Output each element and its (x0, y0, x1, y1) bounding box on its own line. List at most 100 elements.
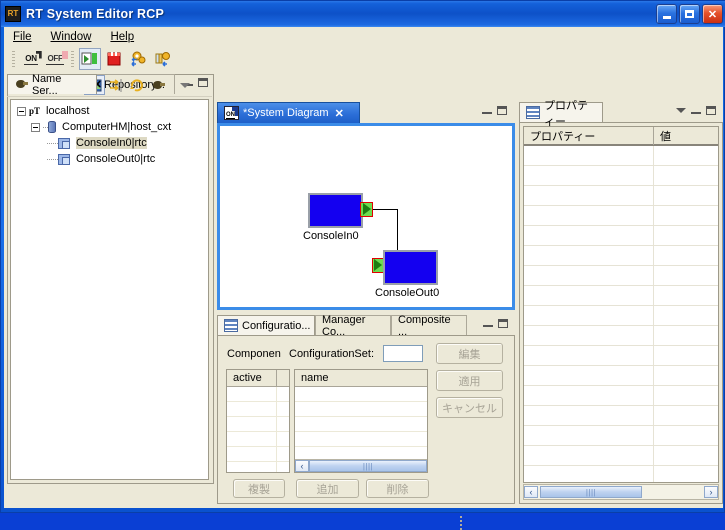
table-row[interactable] (524, 306, 718, 326)
tab-properties[interactable]: プロパティー (519, 100, 603, 128)
naming-tree[interactable]: рТ localhost ComputerHM|host_cxt Console… (10, 99, 209, 480)
scroll-thumb[interactable]: |||| (540, 486, 642, 498)
table-row[interactable] (295, 387, 427, 402)
edit-button-label: 編集 (458, 348, 481, 361)
maximize-button[interactable] (679, 4, 700, 24)
table-row[interactable] (524, 346, 718, 366)
table-row[interactable] (295, 417, 427, 432)
table-row[interactable] (524, 226, 718, 246)
scroll-thumb[interactable]: |||| (309, 460, 427, 472)
view-menu-icon[interactable] (676, 108, 686, 113)
edit-button[interactable]: 編集 (436, 343, 503, 364)
column-divider[interactable] (276, 370, 277, 387)
collapse-toggle[interactable] (17, 106, 26, 116)
window-title: RT System Editor RCP (26, 7, 165, 21)
context-icon (48, 121, 56, 133)
tab-name-service[interactable]: Name Ser... (7, 73, 97, 97)
apply-button[interactable]: 適用 (436, 370, 503, 391)
delete-button[interactable]: 削除 (366, 479, 429, 498)
table-row[interactable] (227, 417, 289, 432)
minimize-button[interactable] (656, 4, 677, 24)
deactivate-all-button[interactable]: OFF (44, 48, 68, 70)
table-row[interactable] (524, 206, 718, 226)
name-table-hscrollbar[interactable]: ‹ |||| (295, 459, 427, 472)
table-row[interactable] (524, 326, 718, 346)
name-table[interactable]: name ‹ |||| (294, 369, 428, 473)
table-icon (526, 106, 540, 119)
menu-help[interactable]: Help (108, 30, 143, 44)
port-consolein0-out[interactable] (360, 202, 373, 217)
table-row[interactable] (524, 166, 718, 186)
table-row[interactable] (524, 406, 718, 426)
connection-segment-h1[interactable] (373, 209, 398, 210)
table-row[interactable] (524, 446, 718, 466)
component-consoleout0[interactable] (383, 250, 438, 285)
stop-all-button[interactable] (151, 48, 173, 70)
table-row[interactable] (227, 432, 289, 447)
minimize-icon[interactable] (483, 320, 493, 327)
properties-hscrollbar[interactable]: ‹ |||| › (523, 484, 719, 500)
table-row[interactable] (227, 462, 289, 472)
tab-composite[interactable]: Composite ... (391, 314, 467, 338)
component-label: Componen (227, 348, 281, 360)
client-area: File Window Help ON OFF Name Ser... Repo… (4, 27, 723, 530)
view-menu-button[interactable] (174, 75, 195, 95)
close-button[interactable]: ✕ (702, 4, 723, 24)
start-all-button[interactable] (127, 48, 149, 70)
properties-table[interactable]: プロパティー 値 (523, 126, 719, 483)
restore-button[interactable] (103, 48, 125, 70)
table-row[interactable] (524, 386, 718, 406)
minimize-icon[interactable] (691, 107, 701, 114)
scroll-left-button[interactable]: ‹ (295, 460, 309, 472)
table-row[interactable] (227, 387, 289, 402)
table-row[interactable] (295, 432, 427, 447)
add-button[interactable]: 追加 (296, 479, 359, 498)
table-row[interactable] (524, 286, 718, 306)
active-table[interactable]: active (226, 369, 290, 473)
tree-item-localhost[interactable]: рТ localhost (11, 103, 208, 119)
toolbar-grip[interactable] (12, 51, 15, 67)
tree-item-context[interactable]: ComputerHM|host_cxt (11, 119, 208, 135)
maximize-icon[interactable] (498, 319, 508, 328)
scroll-grip: |||| (585, 487, 597, 497)
menu-window[interactable]: Window (49, 30, 101, 44)
configset-input[interactable] (383, 345, 423, 362)
table-row[interactable] (524, 466, 718, 482)
maximize-icon[interactable] (497, 106, 507, 115)
table-row[interactable] (295, 402, 427, 417)
open-system-editor-button[interactable] (79, 48, 101, 70)
tab-manager-control[interactable]: Manager Co... (315, 314, 391, 338)
table-row[interactable] (524, 186, 718, 206)
table-row[interactable] (524, 266, 718, 286)
scroll-right-button[interactable]: › (704, 486, 718, 498)
table-row[interactable] (524, 366, 718, 386)
tab-system-diagram[interactable]: *System Diagram ✕ (217, 102, 360, 123)
scroll-left-button[interactable]: ‹ (524, 486, 538, 498)
table-row[interactable] (227, 447, 289, 462)
activate-all-button[interactable]: ON (20, 48, 42, 70)
collapse-toggle[interactable] (31, 122, 40, 132)
table-row[interactable] (524, 246, 718, 266)
connect-naming-service-button[interactable] (147, 75, 168, 95)
table-row[interactable] (524, 146, 718, 166)
tree-item-consoleout0[interactable]: ConsoleOut0|rtc (11, 151, 208, 167)
cancel-button[interactable]: キャンセル (436, 397, 503, 418)
sash-handle[interactable] (460, 516, 462, 530)
component-consolein0[interactable] (308, 193, 363, 228)
duplicate-button[interactable]: 複製 (233, 479, 285, 498)
sync-button[interactable] (105, 75, 126, 95)
maximize-icon[interactable] (706, 106, 716, 115)
minimize-icon[interactable] (482, 107, 492, 114)
tree-item-consolein0[interactable]: ConsoleIn0|rtc (11, 135, 208, 151)
chevron-left-icon: ‹ (529, 487, 533, 497)
table-row[interactable] (524, 426, 718, 446)
table-row[interactable] (227, 402, 289, 417)
close-icon[interactable]: ✕ (335, 107, 344, 120)
refresh-button[interactable] (126, 75, 147, 95)
tab-configuration[interactable]: Configuratio... (217, 315, 315, 335)
diagram-canvas[interactable]: ConsoleIn0 ConsoleOut0 (217, 123, 515, 310)
menu-file[interactable]: File (11, 30, 41, 44)
delete-button-label: 削除 (386, 483, 409, 496)
toolbar-grip-2[interactable] (71, 51, 74, 67)
tab-system-diagram-label: *System Diagram (243, 107, 329, 119)
